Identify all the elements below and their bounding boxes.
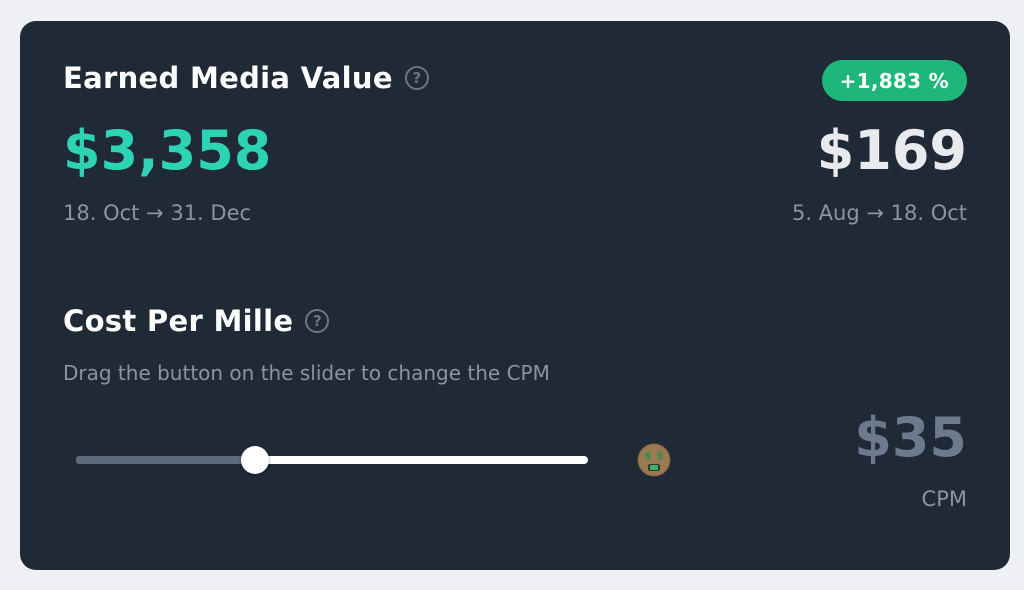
emv-title-row: Earned Media Value ? xyxy=(63,61,429,95)
cpm-title: Cost Per Mille xyxy=(63,304,294,338)
slider-thumb[interactable] xyxy=(241,446,269,474)
previous-emv-value: $169 xyxy=(816,119,967,182)
money-mouth-face-icon: $ $ xyxy=(637,443,671,477)
current-emv-value: $3,358 xyxy=(63,119,272,182)
change-badge: +1,883 % xyxy=(821,60,967,101)
emv-title: Earned Media Value xyxy=(63,61,393,95)
earned-media-value-card: Earned Media Value ? +1,883 % $3,358 18.… xyxy=(20,21,1010,570)
cpm-value: $35 xyxy=(854,406,967,469)
slider-fill xyxy=(76,456,255,464)
cpm-subtitle: Drag the button on the slider to change … xyxy=(63,361,550,385)
emv-help-icon[interactable]: ? xyxy=(404,66,429,90)
previous-date-range: 5. Aug → 18. Oct xyxy=(791,201,967,225)
cpm-unit-label: CPM xyxy=(921,487,967,511)
cpm-slider[interactable] xyxy=(76,445,588,475)
cpm-title-row: Cost Per Mille ? xyxy=(63,304,330,338)
svg-text:$: $ xyxy=(657,451,664,462)
cpm-help-icon[interactable]: ? xyxy=(305,309,330,333)
svg-text:$: $ xyxy=(645,451,652,462)
current-date-range: 18. Oct → 31. Dec xyxy=(63,201,252,225)
